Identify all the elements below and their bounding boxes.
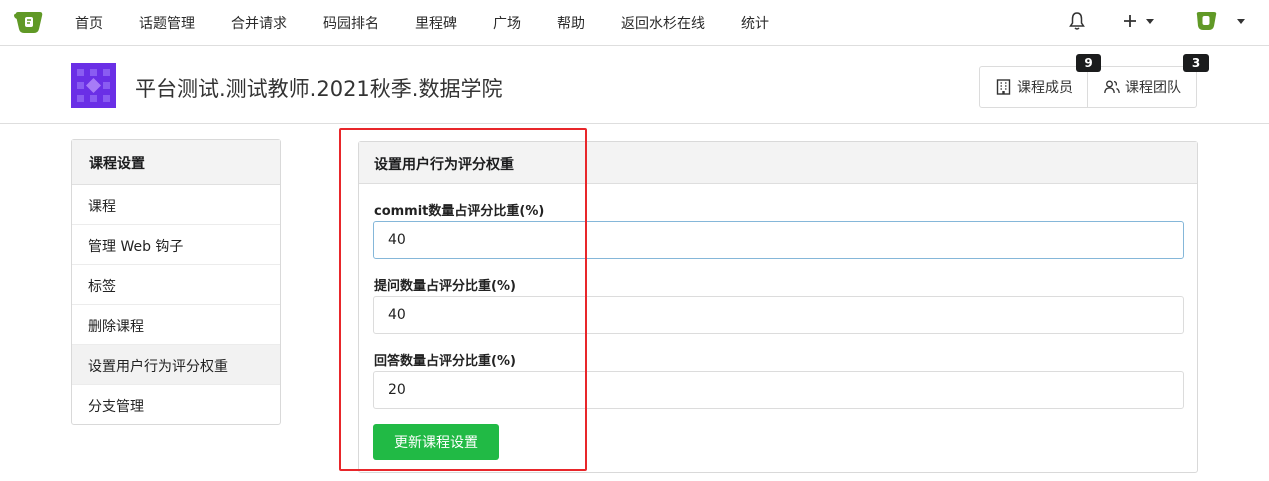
nav-item-help[interactable]: 帮助 (557, 13, 585, 33)
sidebar-item-behavior-weights[interactable]: 设置用户行为评分权重 (72, 345, 280, 385)
course-header: 平台测试.测试教师.2021秋季.数据学院 课程成员 课程团队 9 3 (0, 47, 1269, 124)
course-avatar (71, 63, 116, 108)
course-members-button[interactable]: 课程成员 (996, 67, 1073, 107)
user-avatar-icon[interactable] (1194, 9, 1218, 33)
sidebar-title: 课程设置 (72, 140, 280, 185)
sidebar-item-delete-course[interactable]: 删除课程 (72, 305, 280, 345)
building-icon (996, 79, 1011, 95)
sidebar-item-branches[interactable]: 分支管理 (72, 385, 280, 425)
sidebar-item-labels[interactable]: 标签 (72, 265, 280, 305)
top-navbar: 首页 话题管理 合并请求 码园排名 里程碑 广场 帮助 返回水杉在线 统计 (0, 0, 1269, 46)
divider (1087, 67, 1088, 107)
logo-icon[interactable] (14, 9, 44, 35)
nav-item-stats[interactable]: 统计 (741, 13, 769, 33)
members-count-badge: 9 (1076, 54, 1101, 72)
nav-item-topics[interactable]: 话题管理 (139, 13, 195, 33)
nav-item-pull-requests[interactable]: 合并请求 (231, 13, 287, 33)
nav-item-milestones[interactable]: 里程碑 (415, 13, 457, 33)
chevron-down-icon[interactable] (1146, 19, 1154, 24)
course-team-button[interactable]: 课程团队 (1104, 67, 1181, 107)
bell-icon[interactable] (1069, 11, 1085, 31)
sidebar-item-webhooks[interactable]: 管理 Web 钩子 (72, 225, 280, 265)
sidebar-item-course[interactable]: 课程 (72, 185, 280, 225)
people-icon (1104, 80, 1120, 94)
chevron-down-icon[interactable] (1237, 19, 1245, 24)
nav-item-plaza[interactable]: 广场 (493, 13, 521, 33)
course-team-label: 课程团队 (1125, 80, 1181, 96)
nav-item-home[interactable]: 首页 (75, 13, 103, 33)
highlight-box (339, 128, 587, 471)
team-count-badge: 3 (1183, 54, 1209, 72)
plus-icon[interactable] (1122, 13, 1138, 29)
course-members-label: 课程成员 (1017, 80, 1073, 96)
page-title: 平台测试.测试教师.2021秋季.数据学院 (135, 77, 503, 101)
settings-sidebar: 课程设置 课程 管理 Web 钩子 标签 删除课程 设置用户行为评分权重 分支管… (71, 139, 281, 425)
nav-item-back[interactable]: 返回水杉在线 (621, 13, 705, 33)
nav-item-ranking[interactable]: 码园排名 (323, 13, 379, 33)
course-actions: 课程成员 课程团队 (979, 66, 1197, 108)
